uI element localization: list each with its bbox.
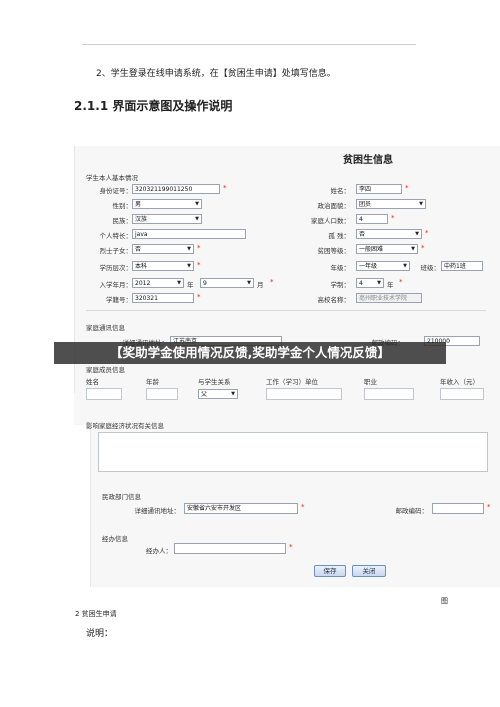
martyr-label: 烈士子女： <box>99 247 133 255</box>
school-name-input: 亳州职业技术学院 <box>356 293 422 303</box>
specialty-input[interactable]: java <box>132 229 246 239</box>
student-no-input[interactable]: 320321 <box>132 293 194 303</box>
member-name-input[interactable] <box>86 388 122 400</box>
required-mark: * <box>197 244 201 252</box>
gender-label: 性别： <box>112 202 133 210</box>
member-income-input[interactable] <box>440 388 484 400</box>
basic-info-group-label: 学生本人基本情况 <box>86 174 138 182</box>
civil-postcode-input[interactable] <box>432 503 484 514</box>
specialty-label: 个人特长： <box>99 232 133 240</box>
family-count-label: 家庭人口数： <box>311 217 350 225</box>
grade-label: 年级： <box>330 264 351 272</box>
gender-select[interactable]: 男 ▼ <box>132 199 202 209</box>
required-mark: * <box>399 278 403 286</box>
members-header-workplace: 工作（学习）单位 <box>266 378 318 386</box>
contact-group-label: 家庭通讯信息 <box>86 324 125 332</box>
name-label: 姓名： <box>330 187 351 195</box>
id-number-input[interactable]: 320321199011250 <box>132 184 220 194</box>
required-mark: * <box>223 184 227 192</box>
civil-group-label: 民政部门信息 <box>102 493 141 501</box>
note-label: 说明： <box>86 629 114 639</box>
required-mark: * <box>197 293 201 301</box>
members-group-label: 家庭成员信息 <box>86 366 125 374</box>
handler-label: 经办人： <box>146 547 172 555</box>
chevron-down-icon: ▼ <box>247 280 251 286</box>
economic-group-label: 影响家庭经济状况有关信息 <box>86 422 164 430</box>
members-header-job: 职业 <box>364 378 377 386</box>
chevron-down-icon: ▼ <box>419 201 423 207</box>
members-header-income: 年收入（元） <box>440 378 479 386</box>
handler-input[interactable] <box>174 543 286 554</box>
enroll-month-select[interactable]: 9 ▼ <box>200 278 254 288</box>
chevron-down-icon: ▼ <box>195 216 199 222</box>
ethnic-label: 民族： <box>112 217 133 225</box>
required-mark: * <box>487 503 491 511</box>
schooling-unit: 年 <box>387 281 394 289</box>
student-no-label: 学籍号： <box>106 296 132 304</box>
enroll-year-select[interactable]: 2012 ▼ <box>132 278 184 288</box>
schooling-label: 学制： <box>330 281 351 289</box>
civil-postcode-label: 邮政编码： <box>395 507 429 515</box>
required-mark: * <box>425 229 429 237</box>
member-workplace-input[interactable] <box>266 388 342 400</box>
poverty-level-label: 贫困等级： <box>317 247 351 255</box>
grade-select[interactable]: 一年级 ▼ <box>356 261 410 271</box>
economic-info-textarea[interactable] <box>98 432 488 472</box>
close-button[interactable]: 关闭 <box>352 565 386 577</box>
chevron-down-icon: ▼ <box>377 280 381 286</box>
form-title: 贫困生信息 <box>343 155 393 166</box>
class-label: 班级： <box>420 264 441 272</box>
chevron-down-icon: ▼ <box>415 231 419 237</box>
family-count-input[interactable]: 4 <box>356 214 388 224</box>
chevron-down-icon: ▼ <box>177 280 181 286</box>
title-overlay-banner: 【奖助学金使用情况反馈,奖助学金个人情况反馈】 <box>54 342 446 364</box>
figure-caption: 图 <box>441 597 448 605</box>
section-heading: 2.1.1 界面示意图及操作说明 <box>74 99 233 113</box>
required-mark: * <box>405 184 409 192</box>
chevron-down-icon: ▼ <box>187 246 191 252</box>
save-button[interactable]: 保存 <box>314 565 346 577</box>
civil-address-label: 详细通讯地址： <box>134 507 181 515</box>
group-divider <box>86 310 486 311</box>
chevron-down-icon: ▼ <box>187 263 191 269</box>
required-mark: * <box>391 214 395 222</box>
civil-address-input[interactable]: 安徽省六安市开发区 <box>184 503 298 514</box>
chevron-down-icon: ▼ <box>403 263 407 269</box>
id-number-label: 身份证号： <box>99 187 133 195</box>
chevron-down-icon: ▼ <box>231 391 235 397</box>
school-name-label: 高校名称： <box>317 296 351 304</box>
required-mark: * <box>289 543 293 551</box>
year-unit: 年 <box>187 281 194 289</box>
members-header-name: 姓名 <box>86 378 99 386</box>
step-instruction: 2、学生登录在线申请系统，在【贫困生申请】处填写信息。 <box>96 69 336 79</box>
required-mark: * <box>421 244 425 252</box>
politics-label: 政治面貌： <box>317 202 351 210</box>
education-label: 学历层次： <box>99 264 133 272</box>
members-header-age: 年龄 <box>146 378 159 386</box>
enroll-date-label: 入学年月： <box>99 281 133 289</box>
figure-subcaption: 2 贫困生申请 <box>75 610 117 618</box>
martyr-select[interactable]: 否 ▼ <box>132 244 194 254</box>
chevron-down-icon: ▼ <box>195 201 199 207</box>
member-job-input[interactable] <box>364 388 414 400</box>
education-select[interactable]: 本科 ▼ <box>132 261 194 271</box>
handler-group-label: 经办信息 <box>102 535 128 543</box>
poverty-level-select[interactable]: 一般困难 ▼ <box>356 244 418 254</box>
members-header-relation: 与学生关系 <box>198 378 231 386</box>
required-mark: * <box>270 278 274 286</box>
month-unit: 月 <box>257 281 264 289</box>
chevron-down-icon: ▼ <box>411 246 415 252</box>
orphan-label: 孤 残： <box>328 232 350 240</box>
top-divider <box>82 44 416 45</box>
politics-select[interactable]: 团员 ▼ <box>356 199 426 209</box>
orphan-select[interactable]: 否 ▼ <box>356 229 422 239</box>
member-age-input[interactable] <box>146 388 178 400</box>
required-mark: * <box>301 503 305 511</box>
ethnic-select[interactable]: 汉族 ▼ <box>132 214 202 224</box>
class-input[interactable]: 中药1班 <box>441 261 483 271</box>
member-relation-select[interactable]: 父 ▼ <box>198 389 238 399</box>
name-input[interactable]: 李四 <box>356 184 402 194</box>
schooling-select[interactable]: 4 ▼ <box>356 278 384 288</box>
required-mark: * <box>197 261 201 269</box>
